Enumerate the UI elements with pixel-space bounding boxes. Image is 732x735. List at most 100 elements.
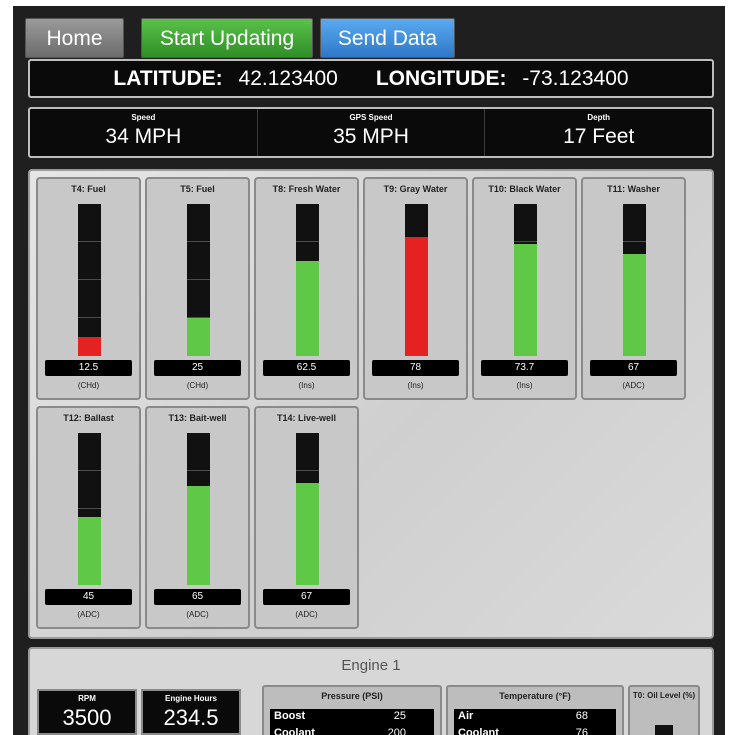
temperature-row: Air 68 — [454, 709, 616, 726]
engine-panel: Engine 1 RPM 3500 Engine Hours 234.5 Pre… — [28, 647, 714, 735]
tank-unit: (CHd) — [77, 381, 100, 390]
tank-gauge: T5: Fuel 25 (CHd) — [145, 177, 250, 400]
tank-level-bar — [187, 204, 210, 356]
tank-reading: 67 — [263, 589, 350, 605]
tank-reading: 73.7 — [481, 360, 568, 376]
tank-reading: 45 — [45, 589, 132, 605]
engine-hours-box: Engine Hours 234.5 — [141, 689, 241, 735]
tank-gauge: T12: Ballast 45 (ADC) — [36, 406, 141, 629]
tank-reading: 62.5 — [263, 360, 350, 376]
tank-gauge: T11: Washer 67 (ADC) — [581, 177, 686, 400]
tank-level-fill — [623, 254, 646, 356]
oil-level-title: T0: Oil Level (%) — [632, 691, 696, 700]
coordinates-bar: LATITUDE: 42.123400 LONGITUDE: -73.12340… — [28, 59, 714, 98]
engine-hours-value: 234.5 — [163, 705, 219, 730]
home-button[interactable]: Home — [25, 18, 124, 58]
latitude-value: 42.123400 — [238, 66, 338, 90]
engine-title: Engine 1 — [341, 657, 401, 674]
tank-level-bar — [623, 204, 646, 356]
depth-label: Depth — [587, 113, 611, 122]
tank-level-fill — [187, 486, 210, 585]
tank-name: T13: Bait-well — [168, 413, 227, 423]
gps-speed-label: GPS Speed — [349, 113, 393, 122]
tank-name: T11: Washer — [607, 184, 660, 194]
temperature-row-name: Air — [458, 710, 474, 722]
pressure-row-name: Boost — [274, 710, 306, 722]
pressure-row-value: 25 — [393, 710, 406, 722]
tank-name: T9: Gray Water — [383, 184, 448, 194]
pressure-row: Coolant 200 — [270, 726, 434, 735]
tank-level-bar — [187, 433, 210, 585]
tank-reading: 67 — [590, 360, 677, 376]
rpm-label: RPM — [78, 694, 96, 703]
tank-level-bar — [405, 204, 428, 356]
tank-level-fill — [514, 244, 537, 356]
tank-reading: 78 — [372, 360, 459, 376]
pressure-row-value: 200 — [387, 727, 406, 735]
tank-level-bar — [514, 204, 537, 356]
tank-level-fill — [296, 261, 319, 356]
rpm-value: 3500 — [62, 705, 112, 730]
tank-unit: (ADC) — [622, 381, 645, 390]
pressure-row: Boost 25 — [270, 709, 434, 726]
tank-unit: (CHd) — [186, 381, 209, 390]
app-frame: Home Start Updating Send Data LATITUDE: … — [13, 6, 725, 735]
tank-gauge: T14: Live-well 67 (ADC) — [254, 406, 359, 629]
speed-panel: Speed 34 MPH GPS Speed 35 MPH Depth 17 F… — [28, 107, 714, 158]
start-updating-button[interactable]: Start Updating — [141, 18, 313, 58]
tank-reading: 65 — [154, 589, 241, 605]
tank-unit: (ADC) — [295, 610, 318, 619]
depth-cell: Depth 17 Feet — [485, 109, 712, 156]
temperature-panel: Temperature (°F) Air 68 Coolant 76 — [446, 685, 624, 735]
speed-cell: Speed 34 MPH — [30, 109, 258, 156]
depth-value: 17 Feet — [563, 125, 635, 148]
speed-value: 34 MPH — [105, 125, 182, 148]
tank-level-fill — [296, 483, 319, 585]
tank-level-fill — [187, 318, 210, 356]
temperature-row-value: 76 — [575, 727, 588, 735]
tank-name: T10: Black Water — [488, 184, 561, 194]
tank-name: T14: Live-well — [276, 413, 337, 423]
tank-levels-panel: T4: Fuel 12.5 (CHd) T5: Fuel 25 (CHd) T8: Fres… — [28, 169, 714, 639]
tank-unit: (Ins) — [516, 381, 533, 390]
temperature-row-value: 68 — [575, 710, 588, 722]
speed-label: Speed — [131, 113, 156, 122]
longitude-group: LONGITUDE: -73.123400 — [376, 67, 629, 91]
send-data-button[interactable]: Send Data — [320, 18, 455, 58]
tank-unit: (ADC) — [186, 610, 209, 619]
tank-name: T8: Fresh Water — [272, 184, 341, 194]
tank-reading: 25 — [154, 360, 241, 376]
temperature-table: Air 68 Coolant 76 — [454, 709, 616, 735]
tank-level-fill — [78, 517, 101, 585]
tank-level-bar — [296, 204, 319, 356]
tank-gauge: T13: Bait-well 65 (ADC) — [145, 406, 250, 629]
tank-reading: 12.5 — [45, 360, 132, 376]
latitude-group: LATITUDE: 42.123400 — [113, 67, 337, 91]
tank-level-bar — [78, 204, 101, 356]
temperature-row-name: Coolant — [458, 727, 499, 735]
pressure-title: Pressure (PSI) — [321, 691, 383, 701]
longitude-label: LONGITUDE: — [375, 66, 507, 90]
tank-level-bar — [296, 433, 319, 585]
pressure-panel: Pressure (PSI) Boost 25 Coolant 200 — [262, 685, 442, 735]
tank-gauge: T9: Gray Water 78 (Ins) — [363, 177, 468, 400]
rpm-box: RPM 3500 — [37, 689, 137, 735]
latitude-label: LATITUDE: — [113, 66, 223, 90]
tank-name: T5: Fuel — [180, 184, 215, 194]
tank-level-fill — [405, 237, 428, 356]
tank-level-fill — [78, 337, 101, 356]
tank-gauge: T4: Fuel 12.5 (CHd) — [36, 177, 141, 400]
temperature-row: Coolant 76 — [454, 726, 616, 735]
engine-hours-label: Engine Hours — [164, 694, 217, 703]
tank-unit: (Ins) — [298, 381, 315, 390]
oil-level-gauge — [655, 725, 673, 735]
oil-level-box: T0: Oil Level (%) — [628, 685, 700, 735]
pressure-row-name: Coolant — [274, 727, 315, 735]
tank-gauge: T8: Fresh Water 62.5 (Ins) — [254, 177, 359, 400]
tank-name: T4: Fuel — [71, 184, 106, 194]
tank-name: T12: Ballast — [63, 413, 114, 423]
gps-speed-cell: GPS Speed 35 MPH — [258, 109, 486, 156]
longitude-value: -73.123400 — [522, 66, 629, 90]
tank-unit: (Ins) — [407, 381, 424, 390]
tank-gauge: T10: Black Water 73.7 (Ins) — [472, 177, 577, 400]
